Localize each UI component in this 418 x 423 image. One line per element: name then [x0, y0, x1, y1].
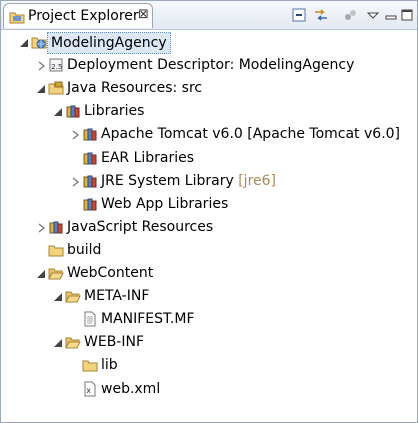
- collapsed-twisty-icon[interactable]: [36, 59, 46, 71]
- folder-icon: [82, 357, 98, 373]
- folder-open-icon: [65, 288, 81, 304]
- tree-item-label[interactable]: ModelingAgency: [47, 32, 171, 54]
- label-text: lib: [101, 357, 118, 374]
- tree-row[interactable]: MANIFEST.MF: [1, 308, 417, 330]
- link-with-editor-icon[interactable]: [313, 7, 329, 23]
- tree-row[interactable]: WebContent: [1, 262, 417, 284]
- view-titlebar: Project Explorer ⊠: [1, 1, 417, 30]
- tree-row[interactable]: lib: [1, 354, 417, 376]
- tree-row[interactable]: JavaScript Resources: [1, 216, 417, 238]
- tree-item-label[interactable]: Web App Libraries: [101, 194, 228, 214]
- tree-row[interactable]: JRE System Library [jre6]: [1, 170, 417, 192]
- label-text: Deployment Descriptor: ModelingAgency: [67, 57, 355, 74]
- label-text: Apache Tomcat v6.0 [Apache Tomcat v6.0]: [101, 126, 401, 143]
- tree-row[interactable]: 2.5 Deployment Descriptor: ModelingAgency: [1, 54, 417, 76]
- label-text: web.xml: [101, 380, 161, 397]
- svg-text:x: x: [86, 386, 91, 395]
- tree-item-label[interactable]: WEB-INF: [84, 332, 144, 352]
- collapsed-twisty-icon[interactable]: [36, 221, 46, 233]
- label-text: EAR Libraries: [101, 149, 195, 166]
- label-text: MANIFEST.MF: [101, 311, 195, 328]
- tree-item-label[interactable]: Deployment Descriptor: ModelingAgency: [67, 55, 354, 75]
- label-text: JavaScript Resources: [67, 218, 214, 235]
- maximize-icon[interactable]: [399, 7, 415, 23]
- collapse-all-icon[interactable]: [291, 7, 307, 23]
- label-text: Web App Libraries: [101, 195, 229, 212]
- tree-row[interactable]: EAR Libraries: [1, 147, 417, 169]
- tree-item-label[interactable]: lib: [101, 355, 118, 375]
- project-explorer-view: Project Explorer ⊠ ModelingAgency 2.5 De…: [0, 0, 418, 423]
- web-project-icon: [31, 34, 47, 50]
- view-menu-icon[interactable]: [365, 7, 381, 23]
- label-text: WebContent: [67, 265, 154, 281]
- minimize-icon[interactable]: [383, 7, 399, 23]
- label-decoration: [jre6]: [238, 172, 277, 189]
- expanded-twisty-icon[interactable]: [53, 105, 63, 117]
- library-icon: [82, 173, 98, 189]
- tree-item-label[interactable]: Libraries: [84, 101, 144, 121]
- library-icon: [48, 219, 64, 235]
- deployment-descriptor-icon: 2.5: [48, 57, 64, 73]
- tree-item-label[interactable]: JavaScript Resources: [67, 217, 213, 237]
- tree-item-label[interactable]: WebContent: [67, 263, 153, 283]
- project-explorer-icon: [9, 9, 25, 29]
- expanded-twisty-icon[interactable]: [19, 36, 29, 47]
- collapsed-twisty-icon[interactable]: [70, 128, 80, 140]
- tree-item-label[interactable]: META-INF: [84, 286, 149, 306]
- expanded-twisty-icon[interactable]: [53, 336, 63, 348]
- tree-row[interactable]: META-INF: [1, 285, 417, 307]
- xml-file-icon: x: [82, 381, 98, 397]
- tree-row[interactable]: x web.xml: [1, 378, 417, 400]
- label-text: WEB-INF: [84, 334, 144, 351]
- expanded-twisty-icon[interactable]: [36, 267, 46, 278]
- label-text: Libraries: [84, 103, 145, 120]
- view-title: Project Explorer: [28, 8, 139, 24]
- tree-item-label[interactable]: build: [67, 240, 101, 260]
- tree-row[interactable]: Java Resources: src: [1, 77, 417, 99]
- tree-row[interactable]: Apache Tomcat v6.0 [Apache Tomcat v6.0]: [1, 123, 417, 145]
- tree-row[interactable]: WEB-INF: [1, 331, 417, 353]
- tree-item-label[interactable]: EAR Libraries: [101, 148, 194, 168]
- label-text: ModelingAgency: [51, 35, 167, 51]
- collapsed-twisty-icon[interactable]: [70, 175, 80, 187]
- java-resources-icon: [48, 80, 64, 96]
- label-text: build: [67, 241, 102, 258]
- label-text: Java Resources: src: [67, 80, 203, 97]
- folder-open-icon: [48, 265, 64, 281]
- tree-item-label[interactable]: JRE System Library [jre6]: [101, 171, 276, 191]
- tree-item-label[interactable]: Apache Tomcat v6.0 [Apache Tomcat v6.0]: [101, 124, 400, 144]
- expanded-twisty-icon[interactable]: [53, 290, 63, 302]
- folder-icon: [48, 242, 64, 258]
- file-icon: [82, 311, 98, 327]
- tree-item-label[interactable]: Java Resources: src: [67, 78, 202, 98]
- tree-row[interactable]: build: [1, 239, 417, 261]
- svg-text:2.5: 2.5: [51, 63, 62, 71]
- folder-open-icon: [65, 334, 81, 350]
- library-icon: [82, 196, 98, 212]
- filter-icon[interactable]: [343, 7, 359, 23]
- library-icon: [82, 126, 98, 142]
- label-text: JRE System Library: [101, 172, 239, 189]
- library-icon: [65, 103, 81, 119]
- tree-item-label[interactable]: web.xml: [101, 379, 160, 399]
- tree-row[interactable]: Web App Libraries: [1, 193, 417, 215]
- library-icon: [82, 150, 98, 166]
- expanded-twisty-icon[interactable]: [36, 82, 46, 94]
- tree-row[interactable]: ModelingAgency: [1, 31, 417, 54]
- tree-row[interactable]: Libraries: [1, 100, 417, 122]
- label-text: META-INF: [84, 288, 150, 305]
- tree-item-label[interactable]: MANIFEST.MF: [101, 309, 195, 329]
- close-icon[interactable]: ⊠: [138, 7, 149, 23]
- tab-project-explorer[interactable]: Project Explorer ⊠: [3, 3, 153, 28]
